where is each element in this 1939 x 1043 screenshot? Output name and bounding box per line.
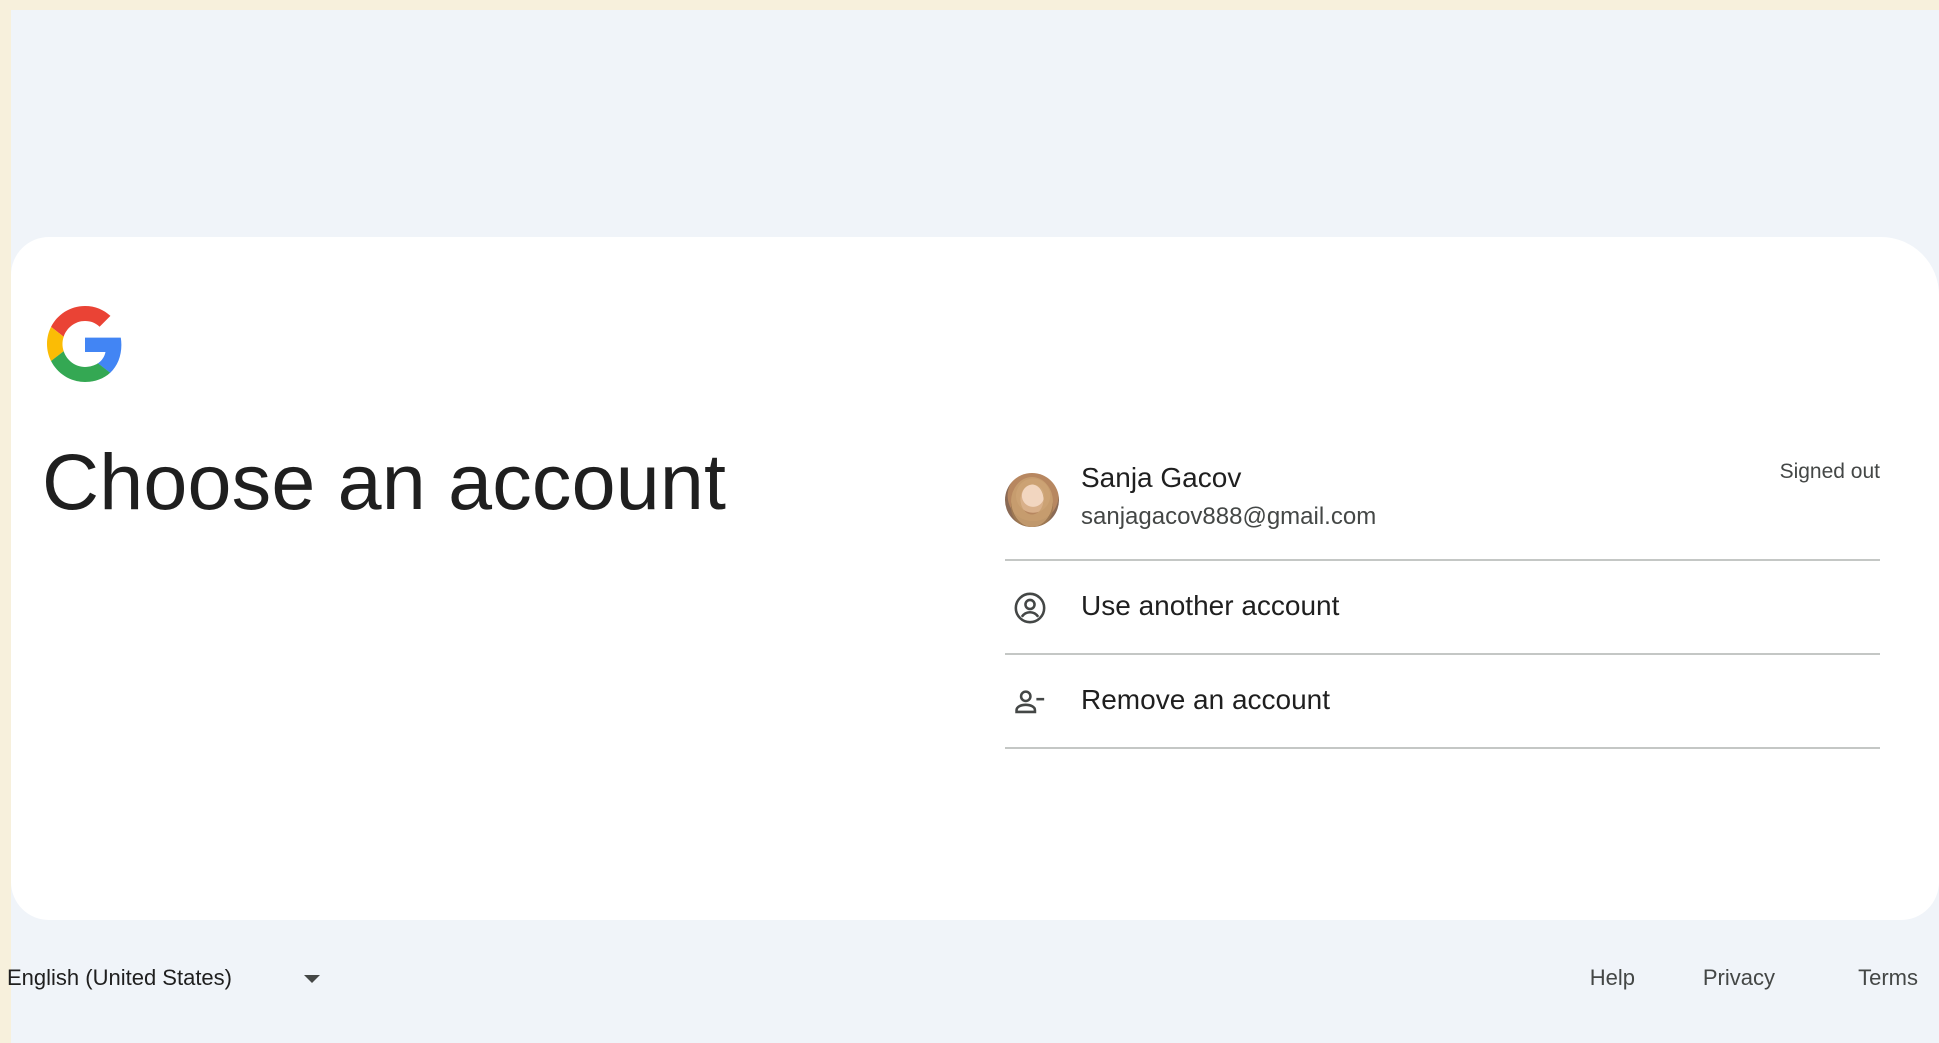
language-label: English (United States): [7, 965, 232, 990]
caret-down-icon: [304, 975, 320, 983]
use-another-account-button[interactable]: Use another account: [1005, 561, 1880, 655]
google-g-icon: [47, 306, 122, 382]
terms-link[interactable]: Terms: [1858, 965, 1918, 991]
account-status: Signed out: [1779, 460, 1880, 483]
remove-account-button[interactable]: Remove an account: [1005, 655, 1880, 749]
account-circle-icon: [1014, 592, 1046, 624]
page-title: Choose an account: [42, 437, 727, 526]
privacy-link[interactable]: Privacy: [1703, 965, 1775, 991]
help-link[interactable]: Help: [1590, 965, 1635, 991]
avatar: [1005, 473, 1059, 527]
account-item[interactable]: Sanja Gacov sanjagacov888@gmail.com Sign…: [1005, 447, 1880, 561]
use-another-account-label: Use another account: [1081, 590, 1340, 621]
person-remove-icon: [1015, 690, 1045, 714]
signin-page: Choose an account Sanja Gacov sanjagacov…: [7, 10, 1939, 1043]
account-list: Sanja Gacov sanjagacov888@gmail.com Sign…: [1005, 447, 1880, 749]
account-email: sanjagacov888@gmail.com: [1081, 503, 1377, 530]
remove-account-label: Remove an account: [1081, 684, 1331, 715]
account-name: Sanja Gacov: [1081, 462, 1242, 493]
